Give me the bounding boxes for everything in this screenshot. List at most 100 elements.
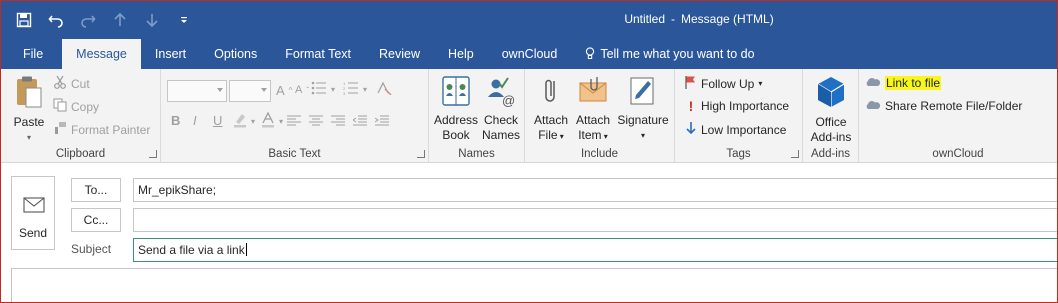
increase-indent-button[interactable] — [374, 115, 389, 129]
signature-button[interactable]: Signature ▾ — [615, 75, 671, 143]
svg-text:@: @ — [502, 93, 515, 107]
chevron-down-icon: ▾ — [331, 85, 336, 94]
tab-insert[interactable]: Insert — [141, 39, 200, 69]
copy-icon — [53, 98, 67, 115]
low-importance-button[interactable]: Low Importance — [685, 121, 786, 138]
clear-formatting-button[interactable] — [376, 81, 392, 98]
share-remote-button[interactable]: Share Remote File/Folder — [865, 99, 1022, 113]
dialog-launcher-icon[interactable] — [149, 150, 157, 158]
group-clipboard: Paste ▾ Cut Copy Format Painter Clipboar… — [1, 69, 161, 163]
caret-up-icon: ^ — [288, 86, 293, 95]
cut-label: Cut — [71, 76, 90, 91]
paperclip-icon — [531, 75, 571, 111]
bullets-icon — [311, 81, 327, 98]
cut-button[interactable]: Cut — [53, 75, 90, 92]
attach-item-button[interactable]: Attach Item ▾ — [573, 75, 613, 144]
down-arrow-icon — [685, 121, 697, 138]
cc-field[interactable] — [133, 208, 1057, 232]
basic-text-group-label: Basic Text — [268, 148, 321, 160]
flag-icon — [685, 75, 697, 92]
font-color-button[interactable]: ▾ — [261, 111, 284, 131]
scissors-icon — [53, 75, 67, 92]
attach-file-button[interactable]: Attach File ▾ — [531, 75, 571, 144]
send-envelope-icon — [23, 197, 45, 216]
highlighter-icon — [233, 112, 247, 131]
subject-label: Subject — [71, 242, 112, 256]
format-painter-label: Format Painter — [71, 122, 151, 137]
tell-me-search[interactable]: Tell me what you want to do — [571, 39, 768, 69]
follow-up-button[interactable]: Follow Up ▾ — [685, 75, 762, 92]
to-field[interactable]: Mr_epikShare; — [133, 178, 1057, 202]
address-book-label-2: Book — [442, 128, 470, 142]
window-title: Untitled - Message (HTML) — [1, 12, 1057, 26]
paste-icon — [11, 75, 47, 113]
signature-icon — [615, 75, 671, 111]
brush-icon — [53, 121, 67, 138]
ribbon-tabs: File Message Insert Options Format Text … — [1, 39, 1057, 69]
chevron-down-icon: ▾ — [251, 117, 256, 126]
chevron-down-icon: ▾ — [601, 132, 608, 141]
address-book-button[interactable]: Address Book — [433, 75, 479, 143]
cc-button[interactable]: Cc... — [71, 208, 121, 232]
chevron-down-icon: ▾ — [279, 117, 284, 126]
tab-file[interactable]: File — [1, 39, 62, 69]
attach-item-label-2-text: Item — [578, 128, 602, 142]
tab-options[interactable]: Options — [200, 39, 271, 69]
bullets-button[interactable]: ▾ — [311, 81, 335, 98]
title-separator: - — [671, 12, 675, 26]
decrease-indent-button[interactable] — [352, 115, 367, 129]
high-importance-button[interactable]: ! High Importance — [685, 98, 789, 114]
signature-label: Signature — [617, 113, 669, 127]
message-body[interactable] — [11, 268, 1057, 302]
align-left-button[interactable] — [287, 115, 301, 129]
numbering-button[interactable]: 1 2 3 ▾ — [343, 81, 367, 98]
title-document: Untitled — [624, 12, 665, 26]
tab-message[interactable]: Message — [62, 39, 141, 69]
increase-indent-icon — [374, 115, 389, 129]
font-name-combo[interactable] — [167, 80, 227, 102]
tell-me-label: Tell me what you want to do — [600, 47, 755, 61]
highlight-button[interactable]: ▾ — [233, 112, 255, 131]
paste-dropdown-icon: ▾ — [26, 133, 31, 142]
attach-file-label-2-text: File — [538, 128, 558, 142]
dialog-launcher-icon[interactable] — [417, 150, 425, 158]
check-names-button[interactable]: @ Check Names — [479, 75, 523, 143]
svg-text:3: 3 — [343, 91, 346, 95]
group-basic-text: A ^ Aˇ ▾ 1 2 3 ▾ B I U ▾ ▾ Basic Text — [161, 69, 429, 163]
share-remote-label: Share Remote File/Folder — [885, 99, 1023, 113]
tab-review[interactable]: Review — [365, 39, 434, 69]
font-size-combo[interactable] — [229, 80, 271, 102]
to-button[interactable]: To... — [71, 178, 121, 202]
paste-button[interactable]: Paste ▾ — [11, 75, 47, 145]
numbering-icon: 123 — [343, 81, 359, 98]
bold-button[interactable]: B — [171, 113, 180, 128]
compose-area: Send To... Mr_epikShare; Cc... Subject S… — [1, 164, 1057, 302]
office-addins-label-2: Add-ins — [810, 130, 852, 144]
dialog-launcher-icon[interactable] — [791, 150, 799, 158]
link-to-file-button[interactable]: Link to file — [865, 76, 942, 90]
chevron-down-icon: ▾ — [758, 79, 763, 88]
copy-button[interactable]: Copy — [53, 98, 99, 115]
tab-owncloud[interactable]: ownCloud — [488, 39, 572, 69]
send-button[interactable]: Send — [11, 176, 55, 250]
attach-item-label-2: Item ▾ — [573, 128, 613, 144]
align-center-button[interactable] — [309, 115, 323, 129]
grow-font-button[interactable]: A ^ — [276, 83, 292, 98]
include-group-label: Include — [580, 148, 619, 160]
tab-help[interactable]: Help — [434, 39, 488, 69]
tags-group-label: Tags — [726, 148, 751, 160]
shrink-font-button[interactable]: Aˇ — [295, 84, 309, 96]
office-addins-button[interactable]: Office Add-ins — [805, 75, 857, 145]
align-right-button[interactable] — [331, 115, 345, 129]
attach-item-icon — [573, 75, 613, 111]
tab-format-text[interactable]: Format Text — [271, 39, 365, 69]
format-painter-button[interactable]: Format Painter — [53, 121, 150, 138]
italic-button[interactable]: I — [193, 113, 197, 128]
subject-field[interactable]: Send a file via a link — [133, 238, 1057, 262]
shrink-font-label: A — [295, 84, 303, 96]
outlook-message-window: Untitled - Message (HTML) File Message Ins… — [0, 0, 1058, 303]
office-addins-icon — [805, 75, 857, 113]
clear-formatting-icon — [376, 81, 392, 98]
underline-button[interactable]: U — [213, 113, 222, 128]
title-bar: Untitled - Message (HTML) — [1, 1, 1057, 39]
